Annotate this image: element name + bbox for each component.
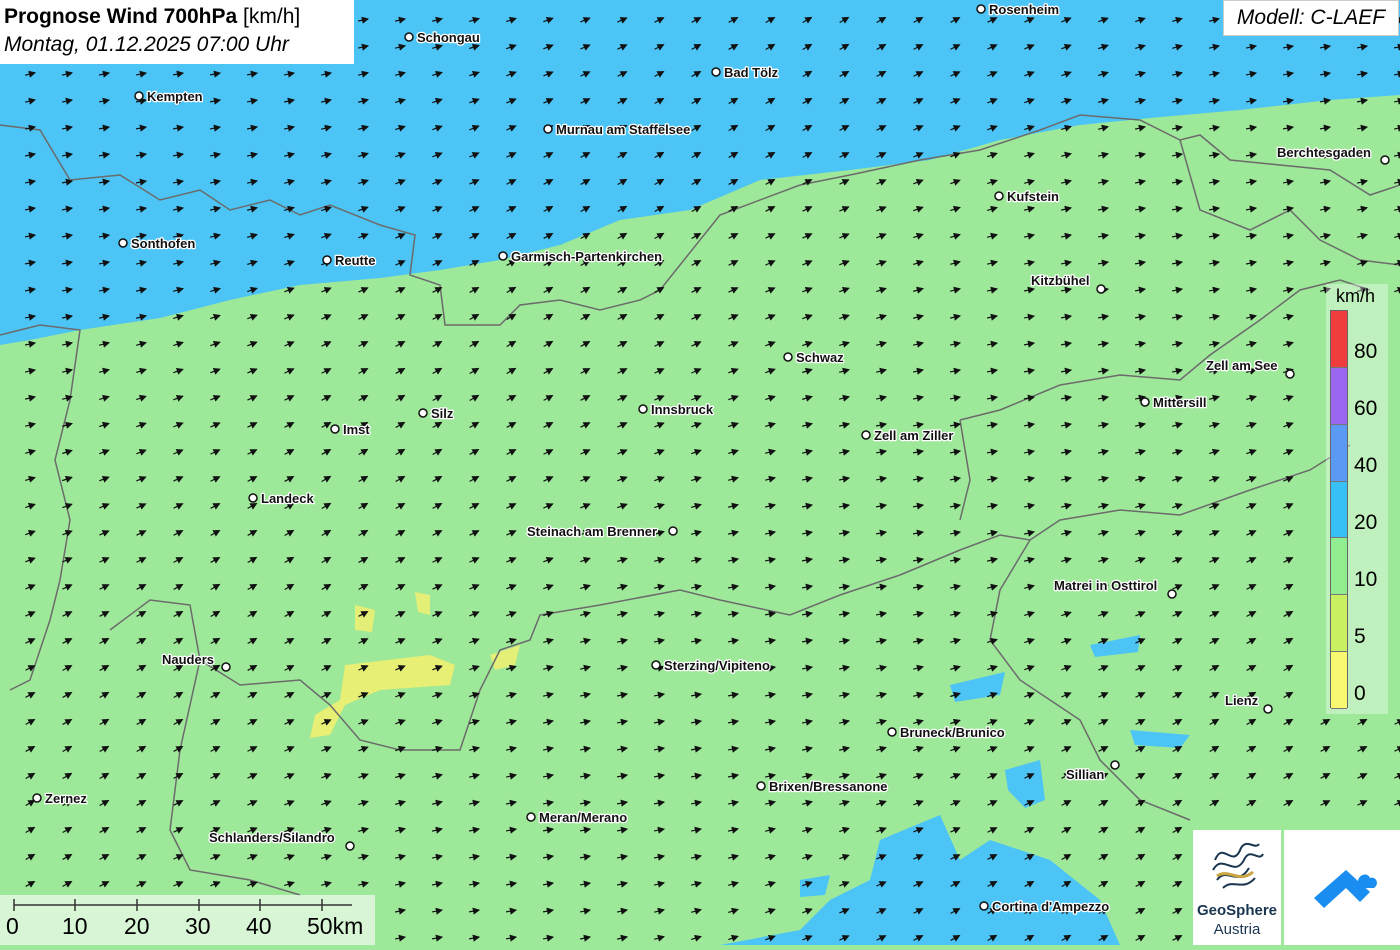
city-label: Innsbruck xyxy=(651,402,714,417)
title-main: Prognose Wind 700hPa xyxy=(4,5,238,28)
city-label: Kempten xyxy=(147,89,203,104)
city-dot[interactable] xyxy=(32,793,42,803)
city-dot[interactable] xyxy=(1096,284,1106,294)
geosphere-logo[interactable]: GeoSphere Austria xyxy=(1193,830,1281,945)
city-label: Lienz xyxy=(1225,693,1259,708)
cloud-arrow-icon xyxy=(1314,870,1377,908)
geosphere-name: GeoSphere xyxy=(1196,902,1278,919)
geosphere-swirl-icon xyxy=(1212,842,1264,889)
legend-label: 80 xyxy=(1354,340,1378,364)
scale-label-0: 0 xyxy=(6,913,19,939)
city-label: Nauders xyxy=(162,652,214,667)
scale-label-10: 10 xyxy=(62,913,88,939)
geosphere-country: Austria xyxy=(1213,921,1261,938)
legend-label: 5 xyxy=(1354,624,1366,648)
title-unit: [km/h] xyxy=(243,5,301,28)
city-label: Zell am See xyxy=(1206,358,1278,373)
model-label: Modell: C-LAEF xyxy=(1223,0,1399,36)
legend-label: 60 xyxy=(1354,397,1378,421)
city-label: Murnau am Staffelsee xyxy=(556,122,690,137)
city-dot[interactable] xyxy=(1263,704,1273,714)
city-dot[interactable] xyxy=(248,493,258,503)
city-dot[interactable] xyxy=(1140,397,1150,407)
title-box: Prognose Wind 700hPa [km/h] Montag, 01.1… xyxy=(0,0,354,64)
city-dot[interactable] xyxy=(1110,760,1120,770)
city-label: Imst xyxy=(343,422,370,437)
legend-swatch xyxy=(1331,538,1347,596)
city-label: Zernez xyxy=(45,791,87,806)
city-dot[interactable] xyxy=(526,812,536,822)
scale-label-50: 50km xyxy=(307,913,364,939)
city-dot[interactable] xyxy=(330,424,340,434)
city-dot[interactable] xyxy=(668,526,678,536)
city-dot[interactable] xyxy=(345,841,355,851)
city-label: Steinach am Brenner xyxy=(527,524,657,539)
city-label: Zell am Ziller xyxy=(874,428,953,443)
legend-swatch xyxy=(1331,424,1347,482)
city-label: Schwaz xyxy=(796,350,844,365)
city-label: Brixen/Bressanone xyxy=(769,779,888,794)
city-label: Bruneck/Brunico xyxy=(900,725,1005,740)
city-label: Cortina d'Ampezzo xyxy=(992,899,1109,914)
weather-app-logo[interactable] xyxy=(1284,830,1400,945)
legend-bar xyxy=(1330,310,1348,709)
city-dot[interactable] xyxy=(118,238,128,248)
city-label: Matrei in Osttirol xyxy=(1054,578,1157,593)
city-label: Rosenheim xyxy=(989,2,1059,17)
city-dot[interactable] xyxy=(322,255,332,265)
city-label: Sterzing/Vipiteno xyxy=(664,658,770,673)
city-label: Garmisch-Partenkirchen xyxy=(511,249,662,264)
city-label: Sonthofen xyxy=(131,236,195,251)
scale-bar: 0 10 20 30 40 50km xyxy=(0,895,375,945)
legend-unit: km/h xyxy=(1336,286,1376,306)
forecast-datetime: Montag, 01.12.2025 07:00 Uhr xyxy=(4,33,289,56)
city-label: Kitzbühel xyxy=(1031,273,1090,288)
city-dot[interactable] xyxy=(976,4,986,14)
city-label: Mittersill xyxy=(1153,395,1206,410)
wind-map[interactable]: Rosenheim Schongau Bad Tölz Kempten Murnau a… xyxy=(0,0,1400,945)
legend-label: 20 xyxy=(1354,511,1378,534)
city-dot[interactable] xyxy=(418,408,428,418)
city-dot[interactable] xyxy=(861,430,871,440)
city-label: Reutte xyxy=(335,253,375,268)
city-dot[interactable] xyxy=(1285,369,1295,379)
city-dot[interactable] xyxy=(543,124,553,134)
city-dot[interactable] xyxy=(221,662,231,672)
city-label: Schongau xyxy=(417,30,480,45)
color-legend: km/h 80 60 40 20 10 5 0 xyxy=(1326,284,1388,714)
city-dot[interactable] xyxy=(498,251,508,261)
city-label: Berchtesgaden xyxy=(1277,145,1371,160)
city-label: Bad Tölz xyxy=(724,65,779,80)
city-dot[interactable] xyxy=(134,91,144,101)
city-label: Schlanders/Silandro xyxy=(209,830,335,845)
city-label: Meran/Merano xyxy=(539,810,627,825)
legend-label: 10 xyxy=(1354,567,1378,591)
city-dot[interactable] xyxy=(1380,155,1390,165)
legend-label: 0 xyxy=(1354,681,1366,705)
scale-label-20: 20 xyxy=(124,913,150,939)
city-dot[interactable] xyxy=(979,901,989,911)
city-dot[interactable] xyxy=(1167,589,1177,599)
city-dot[interactable] xyxy=(887,727,897,737)
scale-label-40: 40 xyxy=(246,913,272,939)
city-dot[interactable] xyxy=(994,191,1004,201)
legend-label: 40 xyxy=(1354,454,1378,478)
scale-label-30: 30 xyxy=(185,913,211,939)
legend-swatch xyxy=(1331,367,1347,425)
city-dot[interactable] xyxy=(404,32,414,42)
city-label: Landeck xyxy=(261,491,315,506)
city-label: Silz xyxy=(431,406,454,421)
legend-swatch xyxy=(1331,311,1347,368)
city-label: Kufstein xyxy=(1007,189,1059,204)
legend-swatch xyxy=(1331,595,1347,653)
page-title: Prognose Wind 700hPa [km/h] xyxy=(4,3,350,31)
legend-swatch xyxy=(1331,652,1347,709)
city-dot[interactable] xyxy=(638,404,648,414)
city-dot[interactable] xyxy=(711,67,721,77)
city-dot[interactable] xyxy=(783,352,793,362)
city-dot[interactable] xyxy=(651,660,661,670)
legend-swatch xyxy=(1331,481,1347,539)
city-label: Sillian xyxy=(1066,767,1104,782)
city-dot[interactable] xyxy=(756,781,766,791)
